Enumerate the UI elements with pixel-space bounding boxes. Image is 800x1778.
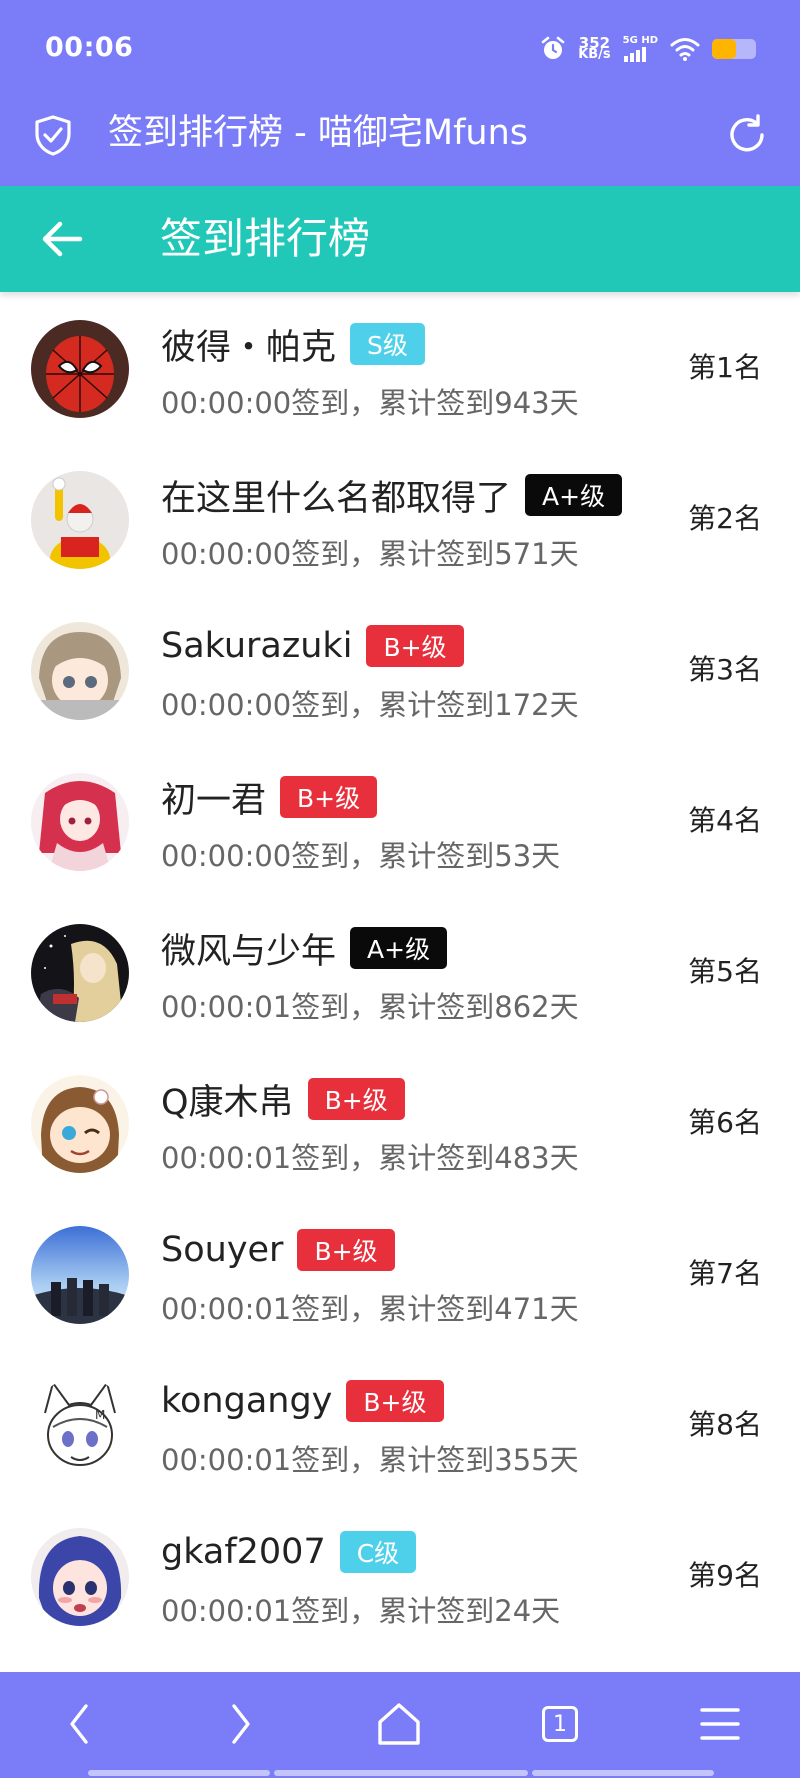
user-name[interactable]: Q康木帛 (161, 1074, 294, 1125)
avatar[interactable] (31, 773, 129, 871)
status-time: 00:06 (45, 32, 134, 63)
user-name[interactable]: 初一君 (161, 772, 266, 823)
list-item[interactable]: 在这里什么名都取得了 A+级 00:00:00签到，累计签到571天 第2名 (0, 443, 800, 594)
level-badge: A+级 (525, 474, 623, 516)
avatar[interactable] (31, 1075, 129, 1173)
shield-check-icon[interactable] (32, 114, 74, 156)
status-bar: 00:06 352 KB/s 5G HD (0, 0, 800, 98)
user-name[interactable]: 微风与少年 (161, 923, 336, 974)
reload-icon[interactable] (724, 112, 770, 158)
list-item[interactable]: Souyer B+级 00:00:01签到，累计签到471天 第7名 (0, 1198, 800, 1349)
checkin-info: 00:00:01签到，累计签到24天 (161, 1594, 561, 1628)
back-arrow-icon[interactable] (38, 216, 86, 262)
list-item[interactable]: 微风与少年 A+级 00:00:01签到，累计签到862天 第5名 (0, 896, 800, 1047)
menu-icon[interactable] (690, 1694, 750, 1754)
list-item[interactable]: Sakurazuki B+级 00:00:00签到，累计签到172天 第3名 (0, 594, 800, 745)
list-item[interactable]: 初一君 B+级 00:00:00签到，累计签到53天 第4名 (0, 745, 800, 896)
list-item[interactable]: Q康木帛 B+级 00:00:01签到，累计签到483天 第6名 (0, 1047, 800, 1198)
battery-icon (712, 39, 756, 59)
checkin-info: 00:00:00签到，累计签到53天 (161, 839, 561, 873)
forward-icon[interactable] (210, 1694, 270, 1754)
rank-label: 第3名 (688, 653, 762, 686)
page-title: 签到排行榜 (160, 214, 371, 263)
tabs-icon[interactable]: 1 (530, 1694, 590, 1754)
level-badge: B+级 (346, 1380, 444, 1422)
wifi-icon (670, 38, 700, 61)
gesture-bar (274, 1770, 528, 1776)
user-name[interactable]: Sakurazuki (161, 626, 352, 666)
level-badge: A+级 (350, 927, 448, 969)
gesture-bar (88, 1770, 270, 1776)
level-badge: S级 (350, 323, 425, 365)
cellular-signal: 5G HD (623, 36, 658, 62)
checkin-info: 00:00:00签到，累计签到172天 (161, 688, 579, 722)
list-item[interactable]: gkaf2007 C级 00:00:01签到，累计签到24天 第9名 (0, 1500, 800, 1651)
list-item[interactable]: M kongangy B+级 00:00:01签到，累计签到355天 第8名 (0, 1349, 800, 1500)
avatar[interactable] (31, 1226, 129, 1324)
battery-fill (712, 39, 737, 59)
avatar[interactable] (31, 622, 129, 720)
checkin-info: 00:00:01签到，累计签到862天 (161, 990, 579, 1024)
user-name[interactable]: 彼得・帕克 (161, 319, 336, 370)
network-speed: 352 KB/s (578, 36, 611, 62)
name-line: 彼得・帕克 S级 (161, 320, 425, 368)
user-name[interactable]: Souyer (161, 1230, 283, 1270)
svg-text:M: M (95, 1408, 105, 1422)
name-line: 初一君 B+级 (161, 772, 378, 823)
name-line: Souyer B+级 (161, 1226, 395, 1274)
network-speed-unit: KB/s (578, 47, 611, 62)
app-header: 签到排行榜 (0, 186, 800, 292)
level-badge: B+级 (297, 1229, 395, 1271)
checkin-info: 00:00:01签到，累计签到471天 (161, 1292, 579, 1326)
checkin-info: 00:00:01签到，累计签到355天 (161, 1443, 579, 1477)
name-line: gkaf2007 C级 (161, 1528, 417, 1576)
rank-label: 第9名 (688, 1559, 762, 1592)
checkin-info: 00:00:01签到，累计签到483天 (161, 1141, 579, 1175)
gesture-bar (532, 1770, 714, 1776)
rank-label: 第5名 (688, 955, 762, 988)
alarm-icon (541, 36, 565, 59)
home-icon[interactable] (369, 1694, 429, 1754)
list-item[interactable]: 彼得・帕克 S级 00:00:00签到，累计签到943天 第1名 (0, 292, 800, 443)
name-line: Sakurazuki B+级 (161, 622, 464, 670)
rank-label: 第8名 (688, 1408, 762, 1441)
level-badge: C级 (339, 1531, 417, 1573)
name-line: 在这里什么名都取得了 A+级 (161, 470, 623, 521)
level-badge: B+级 (280, 776, 378, 818)
rank-label: 第7名 (688, 1257, 762, 1290)
name-line: Q康木帛 B+级 (161, 1075, 405, 1123)
back-icon[interactable] (50, 1694, 110, 1754)
bottom-nav: 1 (0, 1672, 800, 1778)
browser-bar: 签到排行榜 - 喵御宅Mfuns (0, 98, 800, 186)
ranking-list: 彼得・帕克 S级 00:00:00签到，累计签到943天 第1名 在这里什么名都… (0, 292, 800, 1651)
name-line: kongangy B+级 (161, 1377, 444, 1425)
avatar[interactable] (31, 924, 129, 1022)
signal-bars-icon (623, 47, 646, 62)
name-line: 微风与少年 A+级 (161, 923, 448, 974)
avatar[interactable] (31, 320, 129, 418)
rank-label: 第6名 (688, 1106, 762, 1139)
network-type-label: 5G HD (622, 35, 658, 46)
rank-label: 第2名 (688, 502, 762, 535)
status-icons: 352 KB/s 5G HD (540, 34, 756, 64)
avatar[interactable] (31, 1528, 129, 1626)
checkin-info: 00:00:00签到，累计签到571天 (161, 537, 579, 571)
rank-label: 第4名 (688, 804, 762, 837)
browser-page-title[interactable]: 签到排行榜 - 喵御宅Mfuns (108, 110, 528, 156)
user-name[interactable]: 在这里什么名都取得了 (161, 470, 511, 521)
checkin-info: 00:00:00签到，累计签到943天 (161, 386, 579, 420)
tab-count: 1 (542, 1706, 578, 1742)
rank-label: 第1名 (688, 351, 762, 384)
avatar[interactable] (31, 471, 129, 569)
avatar[interactable]: M (31, 1377, 129, 1475)
level-badge: B+级 (307, 1078, 405, 1120)
user-name[interactable]: gkaf2007 (161, 1532, 326, 1572)
level-badge: B+级 (366, 625, 464, 667)
user-name[interactable]: kongangy (161, 1381, 332, 1421)
